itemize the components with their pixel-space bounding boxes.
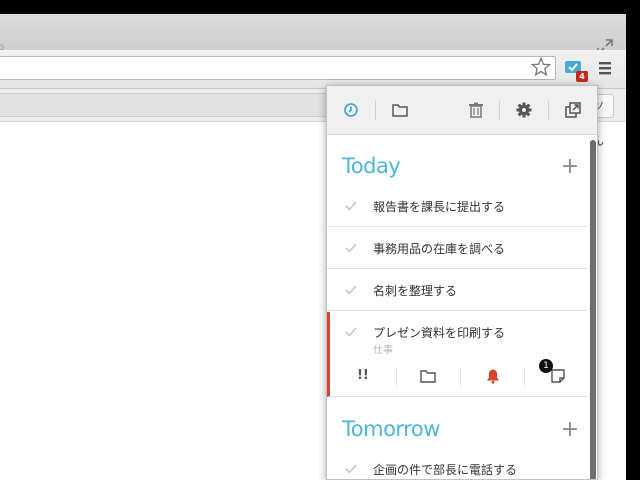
gear-icon (516, 102, 532, 118)
section-title-today: Today (342, 154, 401, 178)
note-count-badge: 1 (539, 359, 553, 373)
check-icon[interactable] (344, 242, 358, 254)
priority-button[interactable]: !! (357, 367, 375, 385)
scrollbar-thumb[interactable] (590, 140, 596, 479)
folders-view-button[interactable] (389, 99, 411, 121)
toolbar-divider (375, 100, 376, 120)
task-item[interactable]: 名刺を整理する (327, 270, 587, 311)
check-icon[interactable] (344, 284, 358, 296)
action-divider (460, 367, 461, 387)
hamburger-menu-icon (599, 62, 611, 75)
task-item[interactable]: 報告書を課長に提出する (327, 186, 587, 227)
task-item[interactable]: 企画の件で部長に電話する (327, 449, 587, 479)
task-item-selected[interactable]: プレゼン資料を印刷する 仕事 !! 1 (327, 312, 587, 397)
toolbar-divider (548, 100, 549, 120)
action-divider (524, 367, 525, 387)
section-title-tomorrow: Tomorrow (342, 417, 440, 441)
settings-button[interactable] (513, 99, 535, 121)
folder-icon (392, 104, 408, 117)
task-label: 報告書を課長に提出する (373, 200, 506, 214)
star-icon (530, 56, 552, 77)
page-search-field[interactable] (0, 93, 342, 117)
task-folder-tag: 仕事 (373, 345, 393, 356)
trash-button[interactable] (465, 99, 487, 121)
task-label: 企画の件で部長に電話する (373, 463, 518, 477)
reminder-button[interactable] (484, 367, 502, 385)
add-task-tomorrow-button[interactable]: + (560, 419, 580, 441)
move-folder-button[interactable] (419, 367, 437, 385)
task-item[interactable]: 事務用品の在庫を調べる (327, 228, 587, 269)
task-label: 事務用品の在庫を調べる (373, 242, 506, 256)
popup-toolbar (327, 86, 597, 135)
address-bar[interactable] (0, 56, 556, 80)
bookmark-star-button[interactable] (530, 56, 552, 78)
schedule-view-button[interactable] (340, 99, 362, 121)
popout-button[interactable] (562, 99, 584, 121)
folder-icon (420, 370, 436, 383)
browser-tabstrip: o (0, 14, 626, 55)
clock-icon (344, 103, 358, 117)
check-icon[interactable] (344, 326, 358, 338)
add-task-today-button[interactable]: + (560, 156, 580, 178)
popup-scrollbar[interactable] (589, 136, 596, 479)
todo-popup: Today + 報告書を課長に提出する 事務用品の在庫を調べる 名刺を整理する … (326, 85, 598, 480)
task-label: プレゼン資料を印刷する (373, 326, 506, 340)
check-icon[interactable] (344, 200, 358, 212)
action-divider (396, 367, 397, 387)
browser-menu-button[interactable] (596, 59, 614, 77)
extension-count-badge: 4 (576, 71, 588, 82)
task-label: 名刺を整理する (373, 284, 458, 298)
toolbar-divider (499, 100, 500, 120)
check-icon[interactable] (344, 463, 358, 475)
popout-icon (565, 102, 581, 118)
browser-toolbar: 4 (0, 50, 626, 89)
bell-icon (487, 369, 499, 384)
trash-icon (469, 102, 483, 118)
